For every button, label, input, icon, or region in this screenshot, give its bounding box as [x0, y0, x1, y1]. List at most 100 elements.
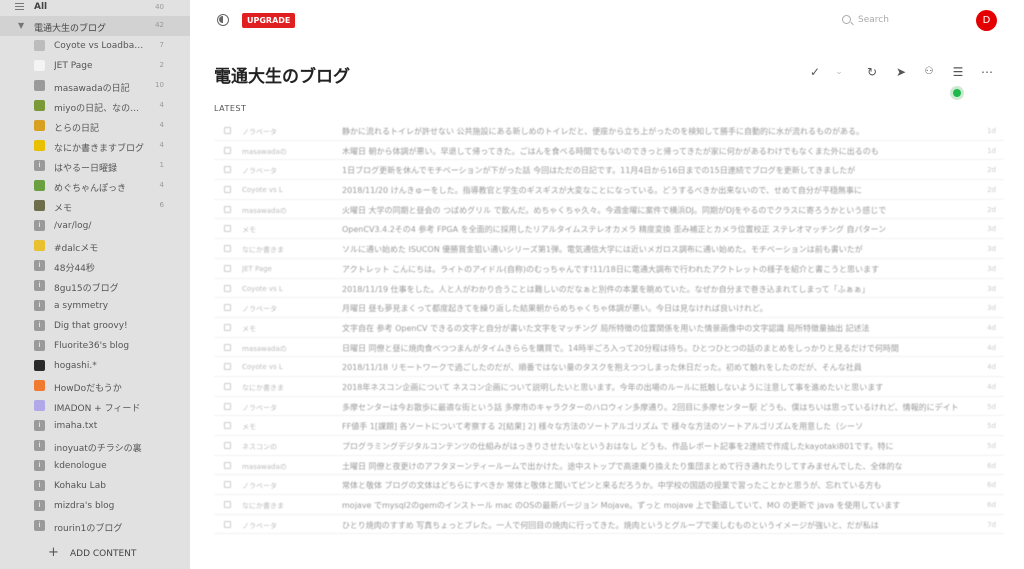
sidebar-feed-item[interactable]: i imaha.txt: [0, 416, 190, 436]
sidebar-feed-item[interactable]: メモ 6: [0, 196, 190, 216]
list-view-icon[interactable]: ☰: [948, 62, 968, 82]
entry-checkbox[interactable]: [224, 481, 231, 489]
entry-title: 2018/11/18 リモートワークで過ごしたのだが、順番ではない量のタスクを抱…: [342, 363, 862, 373]
entry-row[interactable]: Coyote vs L 2018/11/19 仕事をした。人と人がわかり合うことは…: [214, 279, 1004, 299]
entry-title: 多摩センターは今お散歩に最適な街という話 多摩市のキャラクターのハロウィン多摩通…: [342, 402, 959, 412]
entry-checkbox[interactable]: [224, 520, 231, 528]
sidebar-feed-item[interactable]: i rourin1のブログ: [0, 516, 190, 536]
entry-row[interactable]: なにか書きま 2018年ネスコン企画について ネスコン企画について説明したいと思い…: [214, 377, 1004, 397]
sidebar-feed-label: HowDoだもうか: [54, 384, 122, 394]
add-content-label: ADD CONTENT: [70, 549, 137, 559]
sidebar-feed-item[interactable]: i a symmetry: [0, 296, 190, 316]
entry-checkbox[interactable]: [224, 127, 231, 134]
chevron-down-icon[interactable]: ⌄: [829, 62, 849, 82]
entry-row[interactable]: Coyote vs L 2018/11/20 けんきゅーをした。指導教官と学生のギ…: [214, 180, 1004, 200]
entry-feed-name: ノラベータ: [242, 482, 277, 491]
sidebar-feed-label: なにか書きますブログ: [54, 144, 145, 154]
mark-read-check-icon[interactable]: ✓: [805, 62, 825, 82]
entry-row[interactable]: Coyote vs L 2018/11/18 リモートワークで過ごしたのだが、順番…: [214, 357, 1004, 377]
entry-row[interactable]: ノラベータ 多摩センターは今お散歩に最適な街という話 多摩市のキャラクターのハロウ…: [214, 397, 1004, 417]
search-icon[interactable]: [842, 15, 851, 24]
add-user-icon[interactable]: ⚇: [919, 62, 939, 82]
sidebar-item-all[interactable]: All 40: [0, 0, 190, 16]
entry-checkbox[interactable]: [224, 363, 231, 371]
entry-checkbox[interactable]: [224, 382, 231, 390]
entry-row[interactable]: メモ OpenCV3.4.2その4 参考 FPGA を全面的に採用したリアルタイム…: [214, 219, 1004, 240]
entry-checkbox[interactable]: [224, 146, 231, 154]
sidebar-feed-item[interactable]: i kdenologue: [0, 456, 190, 476]
entry-row[interactable]: メモ 文字自在 参考 OpenCV できるの文字と自分が書いた文字をマッチング 局…: [214, 318, 1004, 338]
sidebar-feed-item[interactable]: i/var/log/: [0, 216, 190, 236]
sidebar-feed-label: Coyote vs Loadba…: [54, 41, 144, 51]
entry-checkbox[interactable]: [224, 304, 231, 312]
more-icon[interactable]: ⋯: [977, 62, 997, 82]
sidebar-feed-item[interactable]: i 8gu15のブログ: [0, 276, 190, 296]
entry-checkbox[interactable]: [224, 205, 231, 213]
sidebar: All 40 ▼ 電通大生のブログ 42 Coyote vs Loadba… 7 J…: [0, 0, 190, 569]
entry-row[interactable]: なにか書きま ソルに通い始めた ISUCON 優勝賞金狙い通いシリーズ第1弾。電気…: [214, 239, 1004, 259]
entry-checkbox[interactable]: [224, 442, 231, 449]
feed-favicon-icon: i: [34, 220, 45, 231]
entry-checkbox[interactable]: [224, 402, 231, 410]
entry-row[interactable]: メモ FF値手 1[課題] 各ソートについて考察する 2[結果] 2] 様々な方法…: [214, 416, 1004, 436]
section-label: LATEST: [214, 104, 247, 113]
entry-checkbox[interactable]: [224, 461, 231, 469]
sidebar-feed-item[interactable]: miyoの日記、なの… 4: [0, 96, 190, 116]
entry-checkbox[interactable]: [224, 225, 231, 233]
entry-row[interactable]: なにか書きま mojave でmysql2のgemのインストール mac のOSの…: [214, 495, 1004, 515]
unread-count: 6: [159, 201, 164, 209]
sidebar-feed-item[interactable]: Coyote vs Loadba… 7: [0, 36, 190, 56]
entry-row[interactable]: ノラベータ 静かに流れるトイレが許せない 公共施設にある新しめのトイレだと、便座か…: [214, 121, 1004, 141]
send-icon[interactable]: ➤: [891, 62, 911, 82]
entry-feed-name: masawadaの: [242, 206, 287, 215]
entry-feed-name: ノラベータ: [242, 167, 277, 176]
entry-row[interactable]: JET Page アクトレット こんにちは。ライトのアイドル(自称)のむっちゃんで…: [214, 259, 1004, 279]
avatar[interactable]: D: [976, 10, 997, 31]
sidebar-feed-item[interactable]: めぐちゃんぽっき 4: [0, 176, 190, 196]
entry-row[interactable]: masawadaの 火曜日 大学の同期と昼会の つばめグリル で飲んだ。めちゃくち…: [214, 200, 1004, 220]
entry-row[interactable]: ノラベータ ひとり焼肉のすすめ 写真ちょっとブレた。一人で何回目の焼肉に行ってきた…: [214, 515, 1004, 535]
sidebar-feed-item[interactable]: JET Page 2: [0, 56, 190, 76]
entry-checkbox[interactable]: [224, 501, 231, 509]
entry-row[interactable]: masawadaの 木曜日 朝から体調が悪い。早退して帰ってきた。ごはんを食べる時…: [214, 141, 1004, 161]
sidebar-feed-item[interactable]: i inoyuatのチラシの裏: [0, 436, 190, 456]
sidebar-feed-item[interactable]: i Dig that groovy!: [0, 316, 190, 336]
search-input[interactable]: [858, 12, 938, 28]
sidebar-feed-item[interactable]: HowDoだもうか: [0, 376, 190, 396]
entry-row[interactable]: ノラベータ 1日ブログ更新を休んでモチベーションが下がった話 今回はただの日記です…: [214, 160, 1004, 181]
refresh-icon[interactable]: ↻: [862, 62, 882, 82]
sidebar-feed-item[interactable]: i 48分44秒: [0, 256, 190, 276]
sidebar-feed-item[interactable]: i Kohaku Lab: [0, 476, 190, 496]
entry-title: 2018/11/19 仕事をした。人と人がわかり合うことは難しいのだなぁと別件の…: [342, 284, 870, 294]
unread-count: 42: [155, 21, 164, 29]
theme-toggle-icon[interactable]: [217, 14, 229, 26]
entry-checkbox[interactable]: [224, 422, 231, 430]
entry-row[interactable]: masawadaの 土曜日 同僚と夜更けのアフタヌーンティールームで出かけた。途中…: [214, 456, 1004, 476]
upgrade-button[interactable]: UPGRADE: [242, 13, 296, 28]
entry-checkbox[interactable]: [224, 186, 231, 194]
entry-row[interactable]: masawadaの 日曜日 同僚と昼に焼肉食べつつまんがタイムきららを購買で。14…: [214, 338, 1004, 358]
entry-row[interactable]: ノラベータ 常体と敬体 ブログの文体はどちらにすべきか 常体と敬体と聞いてピンと来…: [214, 475, 1004, 496]
sidebar-feed-item[interactable]: とらの日記 4: [0, 116, 190, 136]
sidebar-feed-item[interactable]: hogashi.*: [0, 356, 190, 376]
sidebar-folder[interactable]: ▼ 電通大生のブログ 42: [0, 16, 190, 36]
sidebar-feed-item[interactable]: IMADON + フィード: [0, 396, 190, 416]
feed-favicon-icon: i: [34, 260, 45, 271]
entry-row[interactable]: ネスコンの プログラミングデジタルコンテンツの仕組みがはっきりさせたいなというおは…: [214, 436, 1004, 456]
entry-checkbox[interactable]: [224, 166, 231, 174]
sidebar-feed-item[interactable]: #dalcメモ: [0, 236, 190, 256]
entry-checkbox[interactable]: [224, 284, 231, 292]
chevron-down-icon[interactable]: ▼: [18, 21, 24, 30]
add-content-button[interactable]: + ADD CONTENT: [0, 539, 190, 569]
sidebar-feed-item[interactable]: なにか書きますブログ 4: [0, 136, 190, 156]
sidebar-feed-item[interactable]: masawadaの日記 10: [0, 76, 190, 96]
entry-checkbox[interactable]: [224, 245, 231, 253]
entry-checkbox[interactable]: [224, 264, 231, 272]
entry-age: 3d: [987, 284, 996, 293]
entry-checkbox[interactable]: [224, 323, 231, 331]
sidebar-feed-item[interactable]: i mizdra's blog: [0, 496, 190, 516]
entry-checkbox[interactable]: [224, 343, 231, 351]
sidebar-feed-item[interactable]: i Fluorite36's blog: [0, 336, 190, 356]
entry-row[interactable]: ノラベータ 月曜日 昼も夢見まくって都度起きてを繰り返した結果朝からめちゃくちゃ体…: [214, 298, 1004, 318]
sidebar-feed-item[interactable]: i はやるー日曜録 1: [0, 156, 190, 176]
